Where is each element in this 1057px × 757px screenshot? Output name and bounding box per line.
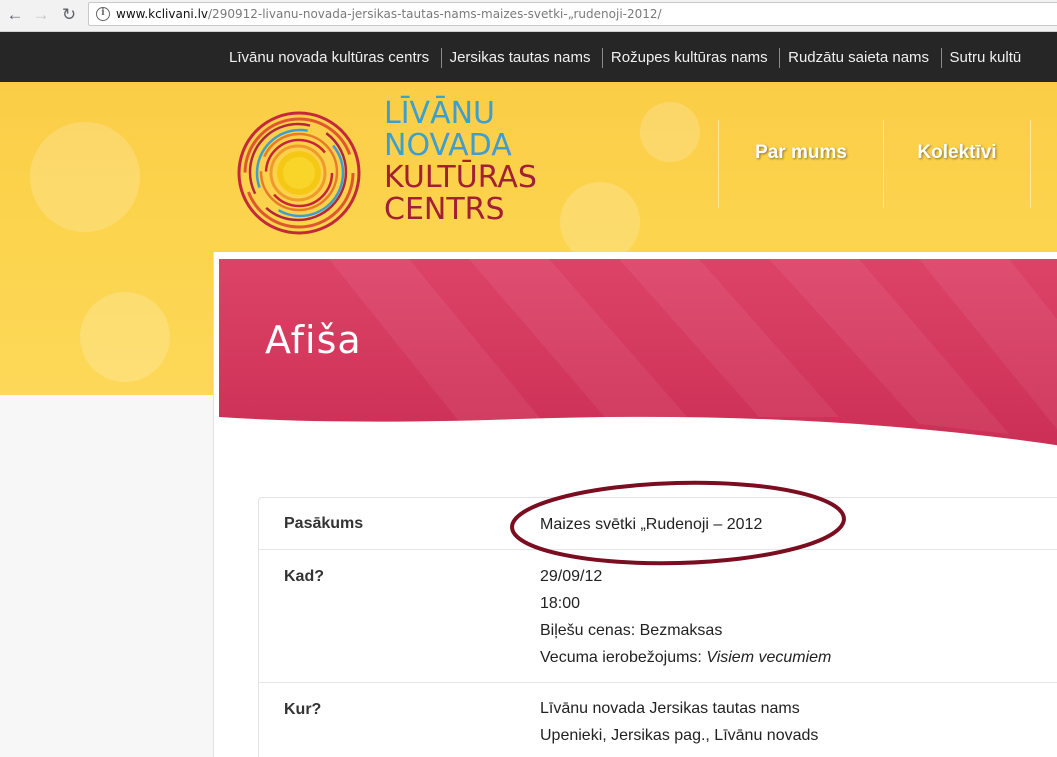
nav-par-mums-label: Par mums [755,142,847,163]
topnav-item-sutru[interactable]: Sutru kultū [940,48,1029,68]
url-text[interactable]: www.kclivani.lv/290912-livanu-novada-jer… [116,7,662,21]
address-bar[interactable]: i www.kclivani.lv/290912-livanu-novada-j… [88,2,1057,26]
event-time: 18:00 [540,595,581,612]
event-where: Līvānu novada Jersikas tautas nams Upeni… [540,695,818,749]
reload-icon[interactable]: ↻ [58,4,80,26]
ticket-price-value: Bezmaksas [639,622,723,639]
url-path: /290912-livanu-novada-jersikas-tautas-na… [208,7,662,21]
topnav-item-livanu[interactable]: Līvānu novada kultūras centrs [221,48,436,68]
row-label-pasakums: Pasākums [284,515,364,532]
info-icon[interactable]: i [96,7,110,21]
age-restriction: Vecuma ierobežojums: Visiem vecumiem [540,644,831,671]
age-restriction-value: Visiem vecumiem [706,649,832,666]
venue-address: Upenieki, Jersikas pag., Līvānu novads [540,727,819,744]
topnav-item-rudzatu[interactable]: Rudzātu saieta nams [779,48,936,68]
main-nav: Par mums Kolektīvi [0,120,1057,208]
venue-name: Līvānu novada Jersikas tautas nams [540,700,800,717]
nav-kolektivi-label: Kolektīvi [917,142,997,163]
nav-kolektivi[interactable]: Kolektīvi [883,120,1031,208]
bokeh-light [80,292,170,382]
url-domain: www.kclivani.lv [116,7,209,21]
row-label-kur: Kur? [284,701,322,718]
page-title: Afiša [265,318,362,362]
ticket-price-label: Biļešu cenas: [540,622,636,639]
topnav-item-jersikas[interactable]: Jersikas tautas nams [440,48,598,68]
topnav-item-rozupes[interactable]: Rožupes kultūras nams [601,48,775,68]
highlight-ellipse-annotation [510,480,846,566]
browser-toolbar: ← → ↻ i www.kclivani.lv/290912-livanu-no… [0,0,1057,32]
left-background [0,395,215,757]
nav-par-mums[interactable]: Par mums [718,120,883,208]
age-restriction-label: Vecuma ierobežojums: [540,649,702,666]
back-arrow-icon[interactable]: ← [4,4,26,26]
forward-arrow-icon[interactable]: → [30,4,52,26]
row-label-kad: Kad? [284,568,324,585]
table-row: Kur? Līvānu novada Jersikas tautas nams … [259,683,1057,757]
event-when: 29/09/12 18:00 Biļešu cenas: Bezmaksas V… [540,563,831,671]
ticket-price: Biļešu cenas: Bezmaksas [540,617,831,644]
top-site-nav: Līvānu novada kultūras centrs Jersikas t… [0,32,1057,82]
